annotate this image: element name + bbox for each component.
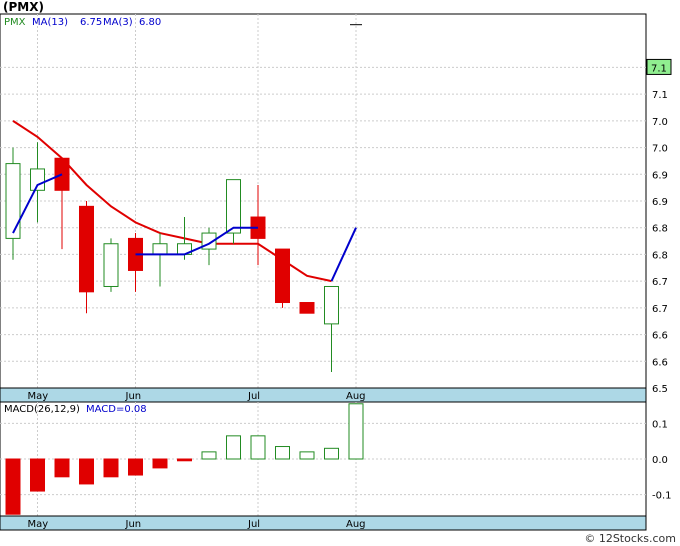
candle-up (103, 243, 119, 287)
price-tick-label: 6.9 (652, 170, 668, 181)
macd-bar-negative (103, 458, 119, 478)
footer-credit: © 12Stocks.com (584, 532, 676, 545)
price-tick-label: 7.1 (652, 90, 668, 101)
price-tick-label: 6.8 (652, 250, 668, 261)
macd-tick-label: 0.1 (652, 419, 668, 430)
month-band-bottom (0, 515, 647, 531)
macd-bar-negative (177, 458, 192, 462)
month-label: Jun (125, 391, 142, 402)
candle-up (226, 179, 241, 234)
macd-bar-positive (275, 446, 290, 460)
price-panel: 6.56.66.66.76.76.86.86.96.97.07.07.1 7.1 … (0, 13, 672, 395)
macd-tick-label: -0.1 (652, 491, 672, 502)
candle-up (152, 243, 168, 255)
macd-bar-negative (5, 458, 21, 515)
legend-ticker: PMX (4, 17, 26, 28)
candle-up (324, 285, 339, 325)
month-label: Aug (346, 519, 366, 530)
macd-y-axis: 0.1 0.0 -0.1 (652, 419, 672, 501)
price-tick-label: 6.8 (652, 224, 668, 235)
price-tick-label: 6.6 (652, 331, 668, 342)
stock-chart: 6.56.66.66.76.76.86.86.96.97.07.07.1 7.1 … (0, 13, 672, 531)
macd-bar-negative (152, 458, 168, 469)
candle-down (275, 248, 290, 304)
macd-bar-positive (201, 451, 217, 460)
price-y-axis: 6.5 6.6 6.6 6.7 6.7 6.8 6.8 6.9 6.9 7.0 7.0 7.1 7.1 (652, 63, 668, 395)
legend-ma3-label: MA(3) (103, 17, 133, 28)
legend-ma13-label: MA(13) (32, 17, 68, 28)
legend-ma13-value: 6.75 (80, 17, 102, 28)
price-tick-label: 6.7 (652, 304, 668, 315)
month-band-top (0, 387, 647, 403)
macd-bar-positive (299, 451, 315, 460)
legend-ma3-value: 6.80 (139, 17, 161, 28)
price-tick-label: 6.9 (652, 197, 668, 208)
macd-bar-positive (324, 447, 339, 460)
macd-bar-negative (30, 458, 45, 492)
macd-panel: 0.1 0.0 -0.1 MACD(26,12,9) MACD=0.08 (0, 401, 672, 517)
last-price-label: 7.1 (651, 63, 667, 74)
macd-bar-positive (348, 403, 364, 460)
macd-legend-label: MACD(26,12,9) (4, 404, 80, 415)
candle-down (54, 157, 70, 191)
macd-legend-value: MACD=0.08 (86, 404, 147, 415)
macd-tick-label: 0.0 (652, 455, 668, 466)
month-label: Jul (247, 391, 260, 402)
macd-bar-negative (54, 458, 70, 478)
month-label: May (28, 391, 49, 402)
month-label: May (28, 519, 49, 530)
price-tick-label: 6.6 (652, 357, 668, 368)
macd-bar-negative (79, 458, 94, 485)
month-label: Jul (247, 519, 260, 530)
price-tick-label: 6.5 (652, 384, 668, 395)
last-price-marker: 7.1 (646, 58, 672, 75)
candle-up (5, 163, 21, 239)
month-label: Aug (346, 391, 366, 402)
macd-bar-negative (128, 458, 143, 476)
price-tick-label: 7.0 (652, 144, 668, 155)
macd-bar-positive (250, 435, 266, 460)
month-label: Jun (125, 519, 142, 530)
candle-down (299, 302, 315, 314)
price-tick-label: 7.0 (652, 117, 668, 128)
macd-bar-positive (226, 435, 241, 460)
price-tick-label: 6.7 (652, 277, 668, 288)
candle-down (79, 205, 94, 293)
